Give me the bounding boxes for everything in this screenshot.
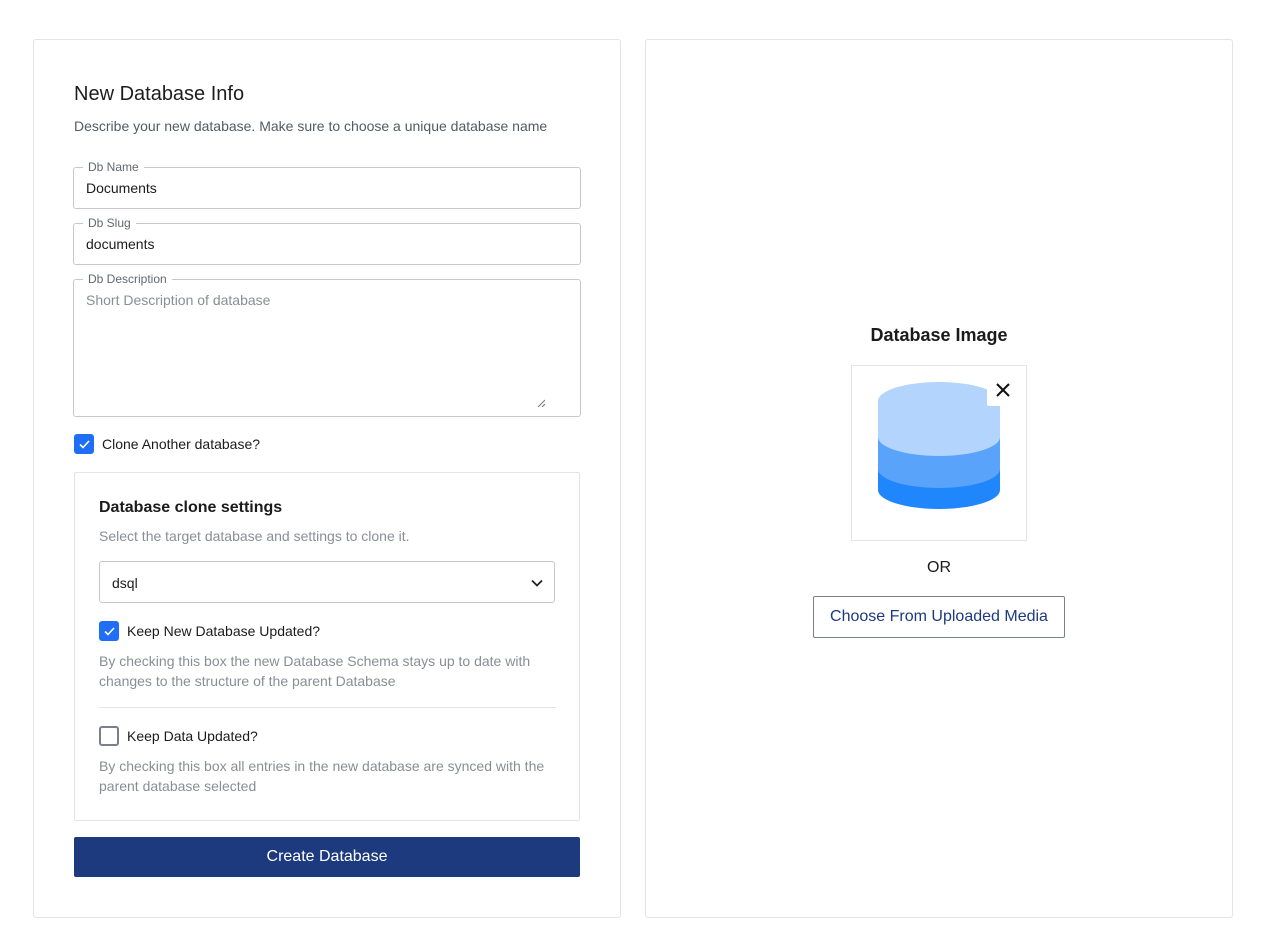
remove-image-button[interactable] bbox=[987, 374, 1019, 406]
form-subtitle: Describe your new database. Make sure to… bbox=[74, 118, 548, 134]
clone-settings-title: Database clone settings bbox=[99, 499, 283, 516]
clone-database-checkbox[interactable] bbox=[74, 434, 94, 454]
target-database-value: dsql bbox=[112, 575, 138, 591]
or-separator: OR bbox=[927, 559, 951, 576]
target-database-select[interactable]: dsql bbox=[99, 561, 555, 603]
db-description-label: Db Description bbox=[83, 272, 172, 286]
db-name-input[interactable] bbox=[86, 180, 566, 196]
keep-schema-help-text: By checking this box the new Database Sc… bbox=[99, 653, 531, 689]
clone-settings-subtitle: Select the target database and settings … bbox=[99, 528, 410, 544]
chevron-down-icon bbox=[531, 579, 543, 587]
db-slug-input[interactable] bbox=[86, 236, 566, 252]
create-database-button[interactable]: Create Database bbox=[74, 837, 580, 877]
keep-data-help-text: By checking this box all entries in the … bbox=[99, 758, 545, 794]
clone-settings-box: Database clone settings Select the targe… bbox=[74, 472, 580, 821]
db-description-textarea[interactable] bbox=[86, 292, 546, 408]
database-image-title: Database Image bbox=[870, 325, 1008, 345]
choose-uploaded-media-button[interactable]: Choose From Uploaded Media bbox=[813, 596, 1065, 638]
checkmark-icon bbox=[79, 440, 90, 449]
database-image-preview bbox=[851, 365, 1027, 541]
keep-data-updated-checkbox[interactable] bbox=[99, 726, 119, 746]
db-name-field[interactable]: Db Name bbox=[73, 160, 581, 209]
db-slug-field[interactable]: Db Slug bbox=[73, 216, 581, 265]
close-icon bbox=[996, 383, 1010, 397]
db-description-field[interactable]: Db Description bbox=[73, 272, 581, 417]
clone-database-label: Clone Another database? bbox=[102, 436, 261, 452]
checkmark-icon bbox=[104, 627, 115, 636]
database-image-panel: Database Image OR Choose From Uploaded M… bbox=[645, 39, 1233, 918]
db-slug-label: Db Slug bbox=[83, 216, 136, 230]
divider bbox=[99, 707, 556, 708]
resize-handle-icon[interactable] bbox=[537, 399, 545, 407]
keep-schema-updated-checkbox[interactable] bbox=[99, 621, 119, 641]
keep-schema-updated-label: Keep New Database Updated? bbox=[127, 623, 321, 639]
keep-data-updated-label: Keep Data Updated? bbox=[127, 728, 258, 744]
db-name-label: Db Name bbox=[83, 160, 144, 174]
form-title: New Database Info bbox=[74, 83, 245, 105]
new-database-form-panel: New Database Info Describe your new data… bbox=[33, 39, 621, 918]
